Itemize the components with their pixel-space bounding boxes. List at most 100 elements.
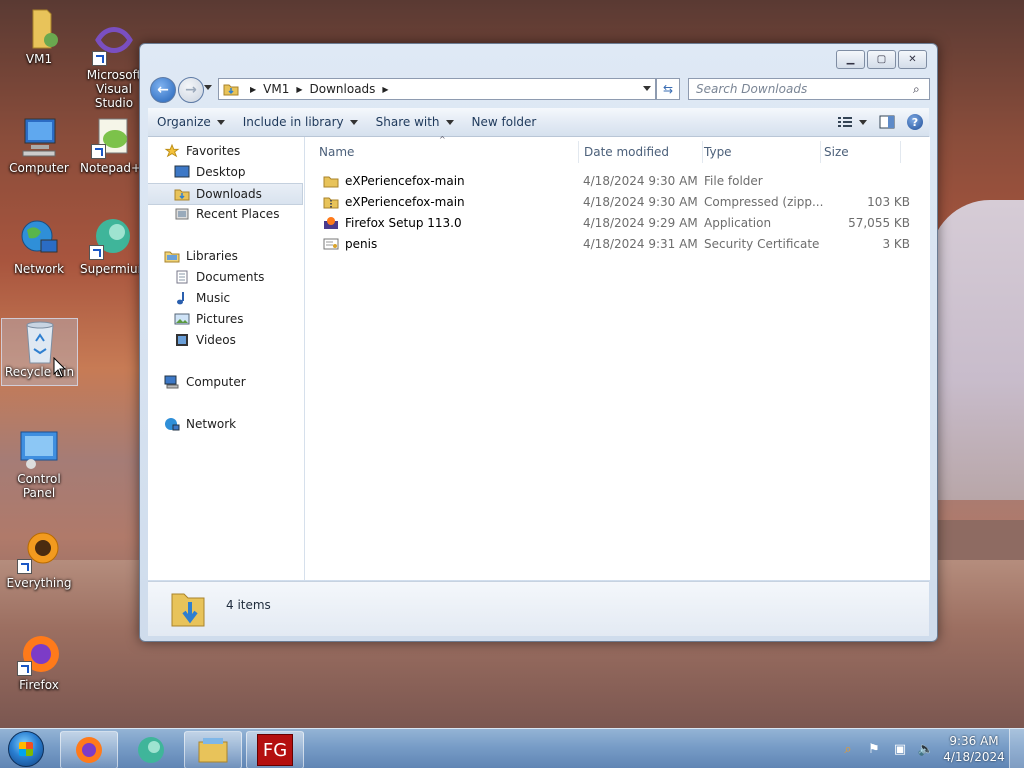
desktop-icon-label: Firefox <box>19 678 59 692</box>
address-dropdown-icon[interactable] <box>643 86 651 91</box>
firefox-installer-icon <box>324 216 338 229</box>
desktop-icon-notepad-plus[interactable]: Notepad++ <box>80 115 152 175</box>
share-with-label: Share with <box>375 115 440 129</box>
column-header-label: Date modified <box>584 145 670 159</box>
nav-pictures[interactable]: Pictures <box>174 309 302 329</box>
close-button[interactable]: ✕ <box>898 50 927 69</box>
user-folder-icon <box>17 6 61 50</box>
organize-label: Organize <box>157 115 211 129</box>
visual-studio-icon <box>92 22 136 66</box>
action-center-flag-icon[interactable]: ⚑ <box>866 741 882 757</box>
breadcrumb-downloads[interactable]: Downloads <box>310 82 376 96</box>
taskbar-explorer[interactable] <box>184 731 242 768</box>
network-tray-icon[interactable]: ▣ <box>892 741 908 757</box>
everything-search-icon <box>17 530 61 574</box>
file-type: Security Certificate <box>704 236 820 251</box>
taskbar-firefox[interactable] <box>60 731 118 768</box>
desktop-icon-firefox[interactable]: Firefox <box>0 632 78 692</box>
desktop-icon-label: Computer <box>9 161 69 175</box>
nav-label: Recent Places <box>196 207 280 221</box>
volume-muted-icon[interactable]: 🔈 <box>918 741 934 757</box>
nav-label: Computer <box>186 375 246 389</box>
taskbar-fg-app[interactable]: FG <box>246 731 304 768</box>
minimize-button[interactable]: ▁ <box>836 50 865 69</box>
help-icon[interactable]: ? <box>907 114 923 130</box>
desktop-icon-control-panel[interactable]: Control Panel <box>0 426 78 500</box>
details-pane: 4 items <box>148 581 929 636</box>
desktop-icon-label: Notepad++ <box>80 161 152 175</box>
network-globe-icon <box>165 418 180 431</box>
preview-pane-icon[interactable] <box>879 115 895 129</box>
include-in-library-button[interactable]: Include in library <box>234 115 367 129</box>
recent-pages-dropdown[interactable] <box>204 85 212 90</box>
taskbar-supermium[interactable] <box>122 731 180 768</box>
desktop-icon-vm1[interactable]: VM1 <box>0 6 78 66</box>
nav-desktop[interactable]: Desktop <box>174 162 302 182</box>
column-header-size[interactable]: Size <box>820 141 901 163</box>
nav-label: Favorites <box>186 144 241 158</box>
desktop-icon-label: Control Panel <box>17 472 61 500</box>
column-header-name[interactable]: Name ^ <box>319 135 579 163</box>
details-view-icon <box>838 117 852 127</box>
firefox-icon <box>76 737 102 763</box>
desktop-icon-computer[interactable]: Computer <box>0 115 78 175</box>
taskbar: FG ⌕ ⚑ ▣ 🔈 9:36 AM 4/18/2024 <box>0 728 1024 768</box>
desktop-icon-supermium[interactable]: Supermium <box>80 216 150 276</box>
column-header-date-modified[interactable]: Date modified <box>580 141 703 163</box>
share-with-button[interactable]: Share with <box>367 115 463 129</box>
navigation-pane: Favorites Desktop Downloads Recent Place… <box>148 137 305 580</box>
nav-music[interactable]: Music <box>174 288 302 308</box>
forward-button[interactable]: → <box>178 77 204 103</box>
breadcrumb-vm1[interactable]: VM1 <box>263 82 289 96</box>
search-placeholder[interactable]: Search Downloads <box>689 82 913 96</box>
nav-label: Pictures <box>196 312 244 326</box>
column-header-label: Size <box>824 145 849 159</box>
nav-libraries[interactable]: Libraries <box>164 246 302 266</box>
nav-videos[interactable]: Videos <box>174 330 302 350</box>
change-view-button[interactable] <box>837 116 867 128</box>
search-tray-icon[interactable]: ⌕ <box>840 741 856 757</box>
start-button[interactable] <box>4 729 48 768</box>
chevron-down-icon <box>859 119 867 125</box>
computer-icon <box>164 375 179 389</box>
computer-icon <box>17 115 61 159</box>
nav-favorites[interactable]: Favorites <box>164 141 302 161</box>
desktop-icon-label: Supermium <box>80 262 150 276</box>
desktop-icon-everything[interactable]: Everything <box>0 530 78 590</box>
nav-network[interactable]: Network <box>164 414 302 434</box>
new-folder-label: New folder <box>471 115 537 129</box>
column-header-label: Name <box>319 145 355 159</box>
nav-computer[interactable]: Computer <box>164 372 302 392</box>
desktop-icon-label: Network <box>13 262 65 276</box>
address-row: ← → ▶ VM1 ▶ Downloads ▶ ⇆ Search Downloa… <box>148 76 930 103</box>
pictures-icon <box>174 313 190 325</box>
desktop-icon-network[interactable]: Network <box>0 216 78 276</box>
new-folder-button[interactable]: New folder <box>463 115 546 129</box>
column-header-type[interactable]: Type <box>702 141 821 163</box>
nav-downloads[interactable]: Downloads <box>148 183 303 205</box>
nav-recent-places[interactable]: Recent Places <box>174 204 302 224</box>
clock[interactable]: 9:36 AM 4/18/2024 <box>939 733 1009 765</box>
wallpaper-sky <box>930 200 1024 500</box>
windows-logo-icon <box>8 731 44 767</box>
nav-label: Music <box>196 291 231 305</box>
show-desktop-button[interactable] <box>1009 729 1024 768</box>
refresh-button[interactable]: ⇆ <box>656 78 680 100</box>
command-bar: Organize Include in library Share with N… <box>148 108 929 137</box>
back-button[interactable]: ← <box>150 77 176 103</box>
nav-label: Desktop <box>196 165 246 179</box>
desktop-icon-visual-studio[interactable]: Microsoft Visual Studio <box>80 22 148 110</box>
file-date: 4/18/2024 9:29 AM <box>583 215 698 230</box>
downloads-folder-icon <box>223 84 239 96</box>
search-icon[interactable]: ⌕ <box>913 82 929 97</box>
maximize-button[interactable]: ▢ <box>867 50 896 69</box>
organize-button[interactable]: Organize <box>148 115 234 129</box>
include-in-library-label: Include in library <box>242 115 344 129</box>
search-box[interactable]: Search Downloads ⌕ <box>688 78 930 100</box>
shortcut-arrow-icon <box>91 144 106 159</box>
breadcrumb-separator-icon[interactable]: ▶ <box>382 85 388 94</box>
file-type: File folder <box>704 173 763 188</box>
nav-documents[interactable]: Documents <box>174 267 302 287</box>
clock-date: 4/18/2024 <box>943 750 1005 764</box>
address-bar[interactable]: ▶ VM1 ▶ Downloads ▶ <box>218 78 656 100</box>
